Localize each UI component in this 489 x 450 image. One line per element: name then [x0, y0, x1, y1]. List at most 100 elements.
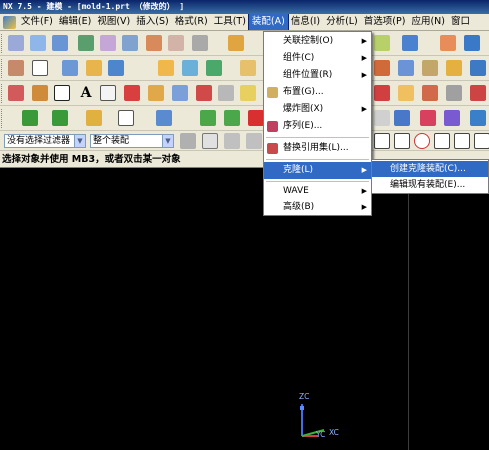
polygon-icon[interactable] — [218, 85, 234, 101]
menu-item-create-clone-assembly[interactable]: 创建克隆装配(C)... — [372, 161, 488, 177]
snap-icon[interactable] — [374, 110, 390, 126]
menu-item-sequence[interactable]: 序列(E)... — [264, 118, 371, 135]
rectangle-sketch-icon[interactable] — [54, 85, 70, 101]
selection-scope-select[interactable]: 整个装配 ▼ — [90, 134, 174, 148]
pad-icon[interactable] — [206, 60, 222, 76]
snap-center-icon[interactable] — [414, 133, 430, 149]
nx-app-icon[interactable] — [3, 15, 16, 29]
arc-icon[interactable] — [124, 85, 140, 101]
add-component-icon[interactable] — [22, 110, 38, 126]
text-icon[interactable]: A — [78, 85, 94, 101]
wrench-icon[interactable] — [86, 110, 102, 126]
menu-item-wave-control[interactable]: 关联控制(O) ▶ — [264, 33, 371, 50]
menu-format[interactable]: 格式(R) — [172, 14, 211, 30]
toolbar-grip[interactable] — [1, 59, 4, 78]
render-icon[interactable] — [470, 110, 486, 126]
toolbar-grip[interactable] — [1, 84, 4, 103]
menu-insert[interactable]: 插入(S) — [133, 14, 171, 30]
menu-analysis[interactable]: 分析(L) — [323, 14, 361, 30]
filter-icon[interactable] — [180, 133, 196, 149]
menu-item-arrangements[interactable]: 布置(G)... — [264, 84, 371, 101]
menu-item-edit-existing-assembly[interactable]: 编辑现有装配(E)... — [372, 177, 488, 193]
rectangle-icon[interactable] — [32, 60, 48, 76]
layer-icon[interactable] — [394, 110, 410, 126]
mesh-surface-icon[interactable] — [52, 35, 68, 51]
spline-icon[interactable] — [100, 85, 116, 101]
block-icon[interactable] — [62, 60, 78, 76]
boss-icon[interactable] — [182, 60, 198, 76]
cylinder-icon[interactable] — [86, 60, 102, 76]
new-component-icon[interactable] — [52, 110, 68, 126]
lasso-icon[interactable] — [246, 133, 262, 149]
snap-end-icon[interactable] — [394, 133, 410, 149]
point-icon[interactable] — [8, 85, 24, 101]
measure-icon[interactable] — [228, 35, 244, 51]
line-icon[interactable] — [32, 85, 48, 101]
pattern-icon[interactable] — [446, 60, 462, 76]
menu-assemblies[interactable]: 装配(A) — [247, 14, 289, 30]
menu-item-components[interactable]: 组件(C) ▶ — [264, 50, 371, 67]
snap-intersect-icon[interactable] — [454, 133, 470, 149]
sweep-icon[interactable] — [122, 35, 138, 51]
select-all-icon[interactable] — [202, 133, 218, 149]
toolbar-grip[interactable] — [1, 34, 4, 53]
menu-item-component-position[interactable]: 组件位置(R) ▶ — [264, 67, 371, 84]
extract-icon[interactable] — [470, 85, 486, 101]
intersect-icon[interactable] — [422, 85, 438, 101]
trim-icon[interactable] — [146, 35, 162, 51]
component-icon[interactable] — [402, 35, 418, 51]
edge-blend-icon[interactable] — [398, 60, 414, 76]
conic-icon[interactable] — [148, 85, 164, 101]
menu-item-exploded-views[interactable]: 爆炸图(X) ▶ — [264, 101, 371, 118]
curve-icon[interactable] — [100, 35, 116, 51]
menu-information[interactable]: 信息(I) — [288, 14, 323, 30]
helix-icon[interactable] — [172, 85, 188, 101]
menu-item-wave[interactable]: WAVE ▶ — [264, 183, 371, 200]
project-icon[interactable] — [398, 85, 414, 101]
join-icon[interactable] — [446, 85, 462, 101]
stop-icon[interactable] — [248, 110, 264, 126]
menu-item-cloning[interactable]: 克隆(L) ▶ — [264, 162, 371, 179]
graphics-window[interactable] — [0, 168, 489, 450]
chevron-down-icon[interactable]: ▼ — [74, 135, 85, 147]
shell-icon[interactable] — [240, 60, 256, 76]
menu-edit[interactable]: 编辑(E) — [56, 14, 94, 30]
chevron-down-icon[interactable]: ▼ — [162, 135, 173, 147]
display-icon[interactable] — [444, 110, 460, 126]
blend-icon[interactable] — [168, 35, 184, 51]
menu-preferences[interactable]: 首选项(P) — [361, 14, 409, 30]
reposition-icon[interactable] — [156, 110, 172, 126]
snap-curve-icon[interactable] — [374, 133, 390, 149]
offset-icon[interactable] — [192, 35, 208, 51]
snap-tangent-icon[interactable] — [434, 133, 450, 149]
menu-window[interactable]: 窗口 — [448, 14, 473, 30]
draft-icon[interactable] — [422, 60, 438, 76]
menu-item-advanced[interactable]: 高级(B) ▶ — [264, 199, 371, 216]
assembly-tool-icon[interactable] — [374, 35, 390, 51]
arrow-left-icon[interactable] — [200, 110, 216, 126]
extrude-icon[interactable] — [108, 60, 124, 76]
mirror-icon[interactable] — [470, 60, 486, 76]
shape-icon[interactable] — [78, 35, 94, 51]
datum-icon[interactable] — [8, 60, 24, 76]
sketch-icon[interactable] — [8, 35, 24, 51]
undo-icon[interactable] — [224, 133, 240, 149]
view-icon[interactable] — [464, 35, 480, 51]
menu-application[interactable]: 应用(N) — [408, 14, 448, 30]
hole-icon[interactable] — [158, 60, 174, 76]
color-icon[interactable] — [420, 110, 436, 126]
surface-icon[interactable] — [30, 35, 46, 51]
menu-file[interactable]: 文件(F) — [18, 14, 56, 30]
arrow-right-icon[interactable] — [224, 110, 240, 126]
type-filter-select[interactable]: 没有选择过滤器 ▼ — [4, 134, 86, 148]
menu-tools[interactable]: 工具(T) — [211, 14, 249, 30]
snap-line-icon[interactable] — [474, 133, 489, 149]
menu-item-replace-reference-set[interactable]: 替换引用集(L)... — [264, 140, 371, 157]
fillet-curve-icon[interactable] — [196, 85, 212, 101]
toolbar-grip[interactable] — [1, 109, 4, 128]
menu-view[interactable]: 视图(V) — [94, 14, 133, 30]
cube-icon[interactable] — [440, 35, 456, 51]
chamfer-icon[interactable] — [374, 60, 390, 76]
select-icon[interactable] — [118, 110, 134, 126]
offset-curve-icon[interactable] — [240, 85, 256, 101]
